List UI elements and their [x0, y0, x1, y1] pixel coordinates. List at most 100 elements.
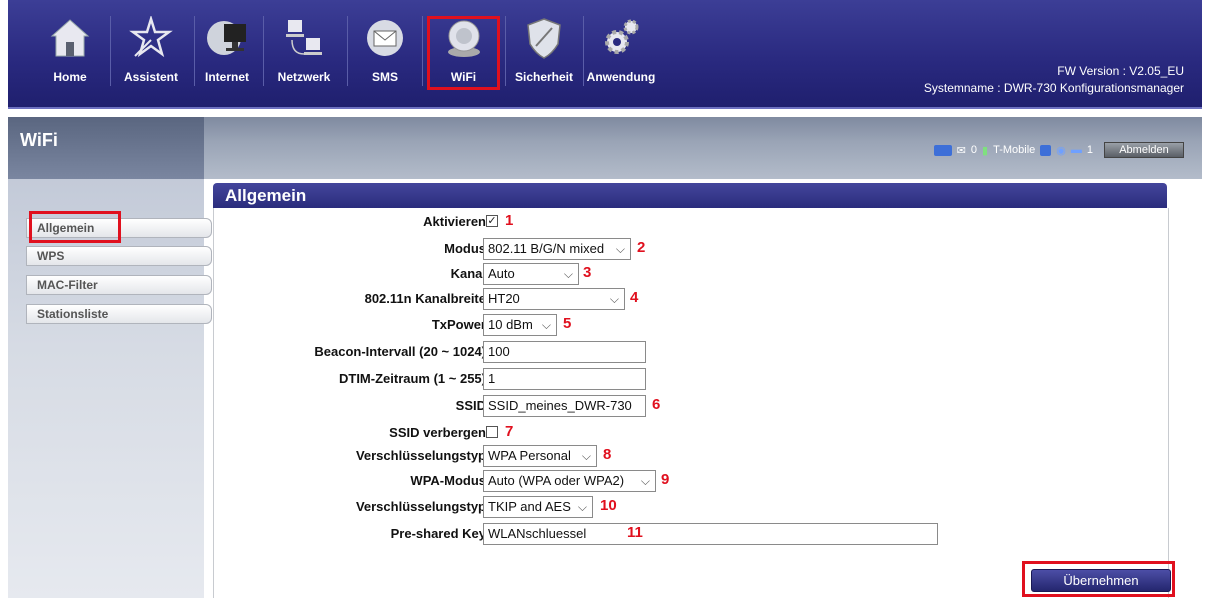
row-dtim: DTIM-Zeitraum (1 ~ 255) 1 — [214, 368, 1168, 390]
aktivieren-checkbox[interactable]: ✓ — [486, 215, 498, 227]
sidebar-item-stationsliste[interactable]: Stationsliste — [26, 304, 212, 324]
beacon-label: Beacon-Intervall (20 ~ 1024) — [314, 344, 486, 359]
nav-sms-label: SMS — [371, 70, 398, 84]
nav-home-label: Home — [53, 70, 87, 84]
row-verschluesselungstyp-2: Verschlüsselungstyp TKIP and AES ⌵ 10 — [214, 496, 1168, 518]
nav-home[interactable]: Home — [36, 10, 104, 95]
network-icon — [280, 14, 328, 62]
nav-sicherheit[interactable]: Sicherheit — [508, 10, 580, 95]
logout-button[interactable]: Abmelden — [1104, 142, 1184, 158]
status-bar: ✉ 0 ▮ T-Mobile ◉ ▬ 1 Abmelden — [933, 142, 1184, 158]
modus-select[interactable]: 802.11 B/G/N mixed ⌵ — [483, 238, 631, 260]
chevron-down-icon: ⌵ — [563, 267, 573, 281]
fw-version: FW Version : V2.05_EU — [1057, 64, 1184, 78]
marker-11: 11 — [627, 524, 643, 541]
row-ssid-verbergen: SSID verbergen 7 — [214, 422, 1168, 444]
apply-button[interactable]: Übernehmen — [1031, 569, 1171, 592]
roaming-icon — [1040, 144, 1052, 156]
chevron-down-icon: ⌵ — [577, 500, 587, 514]
dtim-input[interactable]: 1 — [483, 368, 646, 390]
nav-internet[interactable]: Internet — [196, 10, 258, 95]
chevron-down-icon: ⌵ — [581, 449, 591, 463]
row-aktivieren: Aktivieren ✓ 1 — [214, 211, 1168, 233]
row-wpa-modus: WPA-Modus Auto (WPA oder WPA2) ⌵ 9 — [214, 470, 1168, 492]
nav-internet-label: Internet — [204, 70, 249, 84]
kanal-value: Auto — [488, 266, 515, 281]
row-kanal: Kanal Auto ⌵ 3 — [214, 263, 1168, 285]
firmware-info: FW Version : V2.05_EU Systemname : DWR-7… — [924, 63, 1184, 97]
kanal-select[interactable]: Auto ⌵ — [483, 263, 579, 285]
nav-sms[interactable]: SMS — [350, 10, 420, 95]
section-title: Allgemein — [225, 186, 307, 205]
verschluesselungstyp-2-select[interactable]: TKIP and AES ⌵ — [483, 496, 593, 518]
row-txpower: TxPower 10 dBm ⌵ 5 — [214, 314, 1168, 336]
pre-shared-key-input[interactable]: WLANschluessel — [483, 523, 938, 545]
chevron-down-icon: ⌵ — [609, 292, 619, 306]
gears-icon — [597, 14, 645, 62]
marker-3: 3 — [583, 264, 592, 281]
kanalbreite-value: HT20 — [488, 291, 520, 306]
kanalbreite-select[interactable]: HT20 ⌵ — [483, 288, 625, 310]
section-header: Allgemein — [213, 183, 1167, 208]
sms-count: 0 — [970, 144, 978, 156]
sidebar-item-wps[interactable]: WPS — [26, 246, 212, 266]
nav-sicherheit-label: Sicherheit — [514, 70, 574, 84]
sidebar-item-mac-filter[interactable]: MAC-Filter — [26, 275, 212, 295]
envelope-icon — [361, 14, 409, 62]
allgemein-highlight-box — [29, 211, 121, 243]
banner-title-area: WiFi — [8, 117, 204, 179]
chevron-down-icon: ⌵ — [640, 474, 650, 488]
system-name: Systemname : DWR-730 Konfigurationsmanag… — [923, 81, 1184, 95]
txpower-select[interactable]: 10 dBm ⌵ — [483, 314, 557, 336]
globe-icon — [203, 14, 251, 62]
wifi-highlight-box — [427, 16, 500, 90]
txpower-value: 10 dBm — [488, 317, 533, 332]
globe-status-icon: ◉ — [1056, 144, 1066, 157]
verschluesselungstyp-2-label: Verschlüsselungstyp — [355, 499, 486, 514]
marker-9: 9 — [661, 471, 670, 488]
aktivieren-label: Aktivieren — [423, 214, 486, 229]
ssid-input[interactable]: SSID_meines_DWR-730 — [483, 395, 646, 417]
nav-netzwerk[interactable]: Netzwerk — [266, 10, 342, 95]
sim-icon — [933, 144, 952, 156]
carrier-name: T-Mobile — [993, 144, 1036, 156]
row-pre-shared-key: Pre-shared Key WLANschluessel 11 — [214, 523, 1168, 545]
ssid-verbergen-label: SSID verbergen — [389, 425, 486, 440]
wand-icon — [127, 14, 175, 62]
shield-icon — [520, 14, 568, 62]
wpa-modus-select[interactable]: Auto (WPA oder WPA2) ⌵ — [483, 470, 656, 492]
beacon-input[interactable]: 100 — [483, 341, 646, 363]
page-banner: WiFi ✉ 0 ▮ T-Mobile ◉ ▬ 1 Abmelden — [8, 117, 1202, 179]
nav-assistent[interactable]: Assistent — [110, 10, 192, 95]
row-kanalbreite: 802.11n Kanalbreite HT20 ⌵ 4 — [214, 288, 1168, 310]
sms-status-icon: ✉ — [956, 144, 966, 157]
marker-8: 8 — [603, 446, 612, 463]
wpa-modus-label: WPA-Modus — [410, 473, 486, 488]
marker-5: 5 — [563, 315, 572, 332]
txpower-label: TxPower — [431, 317, 486, 332]
wifi-settings-form: Aktivieren ✓ 1 Modus 802.11 B/G/N mixed ⌵… — [213, 208, 1169, 598]
signal-icon: ▮ — [982, 144, 989, 157]
marker-2: 2 — [637, 239, 646, 256]
modus-value: 802.11 B/G/N mixed — [488, 241, 605, 256]
marker-6: 6 — [652, 396, 661, 413]
ssid-verbergen-checkbox[interactable] — [486, 426, 498, 438]
chevron-down-icon: ⌵ — [541, 318, 551, 332]
row-ssid: SSID SSID_meines_DWR-730 6 — [214, 395, 1168, 417]
top-navigation-bar: Home Assistent Internet Netzwerk SMS WiF… — [8, 0, 1202, 109]
wpa-modus-value: Auto (WPA oder WPA2) — [488, 473, 625, 488]
page-title: WiFi — [20, 130, 58, 150]
pre-shared-key-label: Pre-shared Key — [390, 526, 486, 541]
row-verschluesselungstyp: Verschlüsselungstyp WPA Personal ⌵ 8 — [214, 445, 1168, 467]
marker-4: 4 — [630, 289, 639, 306]
ssid-label: SSID — [455, 398, 486, 413]
dtim-label: DTIM-Zeitraum (1 ~ 255) — [338, 371, 486, 386]
verschluesselungstyp-value: WPA Personal — [488, 448, 571, 463]
nav-anwendung[interactable]: Anwendung — [584, 10, 658, 95]
verschluesselungstyp-label: Verschlüsselungstyp — [355, 448, 486, 463]
row-beacon: Beacon-Intervall (20 ~ 1024) 100 — [214, 341, 1168, 363]
verschluesselungstyp-2-value: TKIP and AES — [488, 499, 571, 514]
row-modus: Modus 802.11 B/G/N mixed ⌵ 2 — [214, 238, 1168, 260]
clients-count: 1 — [1086, 144, 1093, 156]
verschluesselungstyp-select[interactable]: WPA Personal ⌵ — [483, 445, 597, 467]
